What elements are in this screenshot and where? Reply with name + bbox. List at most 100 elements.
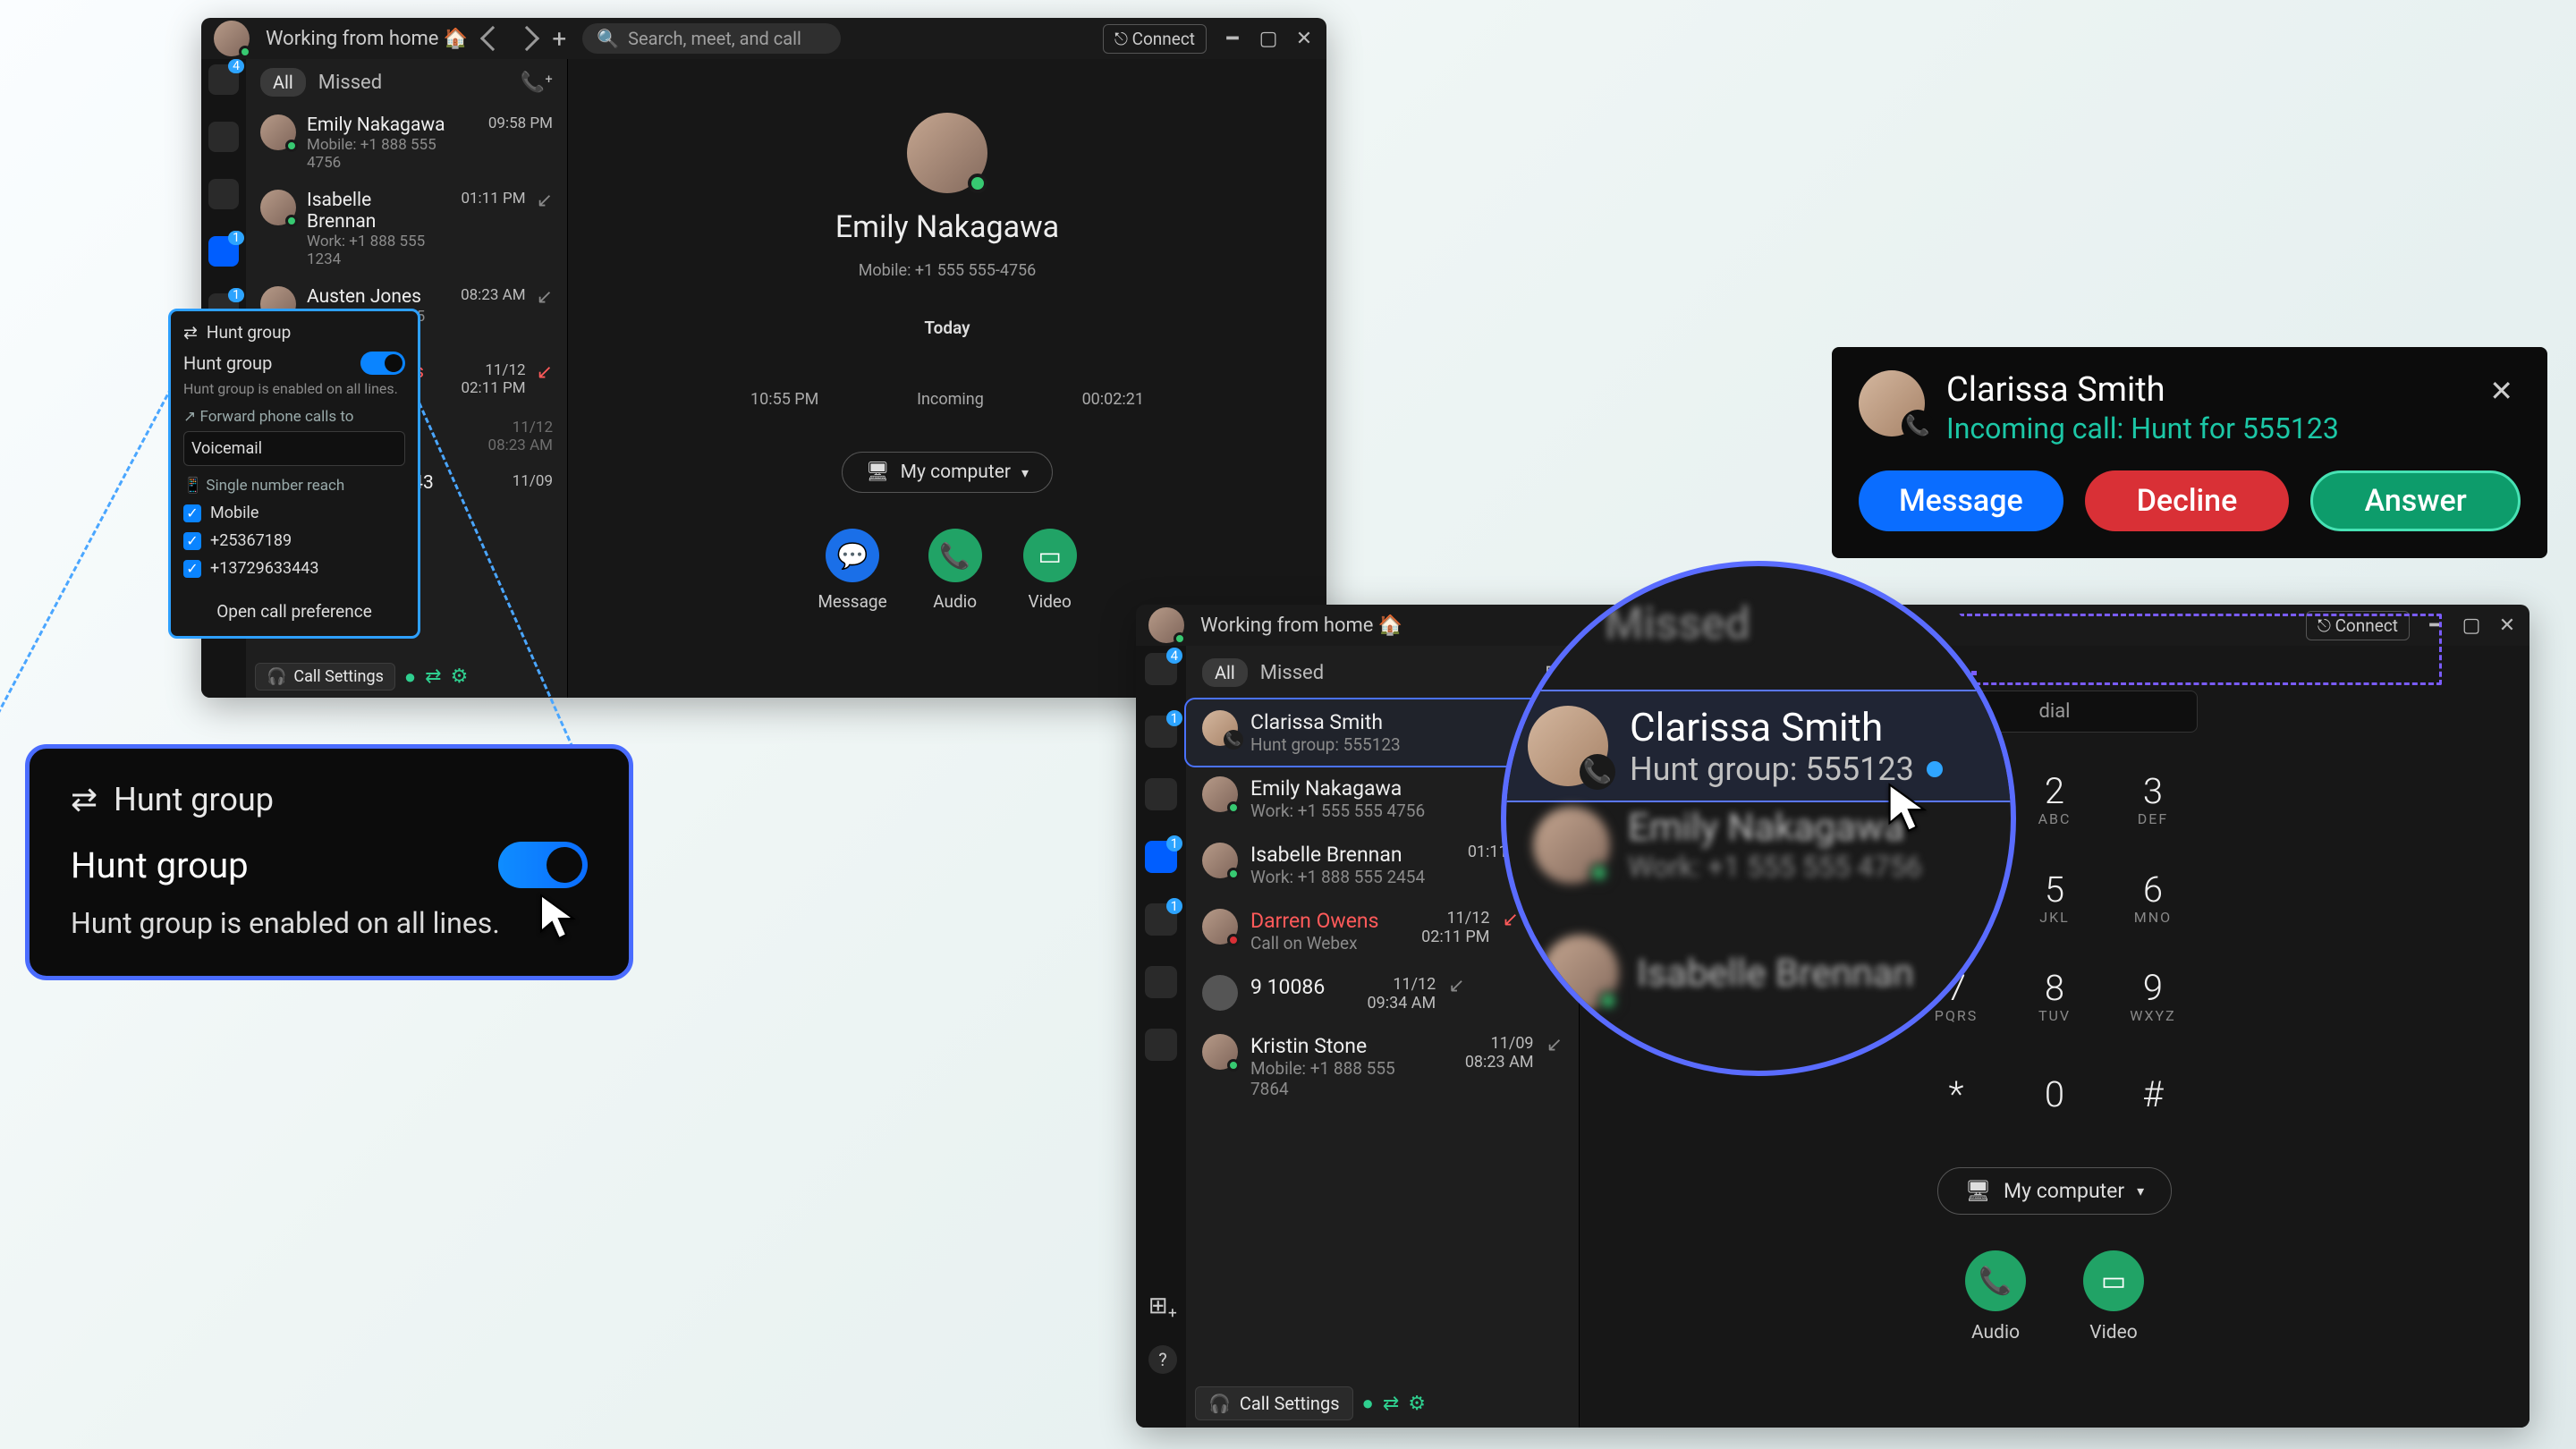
- call-settings-button[interactable]: 🎧 Call Settings: [255, 663, 395, 691]
- help-icon[interactable]: ?: [1148, 1345, 1177, 1374]
- call-history-item[interactable]: Isabelle BrennanWork: +1 888 555 1234 01…: [246, 181, 567, 277]
- nav-whiteboard-icon[interactable]: [1145, 966, 1177, 998]
- zoom-selected-row: 📞 Clarissa Smith Hunt group: 555123: [1506, 690, 2011, 802]
- window-minimize-icon[interactable]: ━: [1223, 29, 1242, 48]
- today-heading: Today: [924, 318, 970, 338]
- device-selector[interactable]: 🖥 My computer ▾: [842, 452, 1053, 493]
- contact-avatar[interactable]: [907, 113, 987, 193]
- nav-teams-icon[interactable]: 1: [1145, 716, 1177, 748]
- snr-item[interactable]: ✓+13729633443: [183, 559, 405, 578]
- footer-voicemail-icon[interactable]: ⚙: [451, 665, 469, 688]
- toast-decline-button[interactable]: Decline: [2085, 470, 2290, 531]
- hunt-group-callout: ⇄Hunt group Hunt group Hunt group is ena…: [25, 744, 633, 980]
- window-maximize-icon[interactable]: ▢: [2462, 615, 2481, 635]
- app-hub-icon[interactable]: ⊞₊: [1148, 1292, 1177, 1320]
- toast-answer-button[interactable]: Answer: [2310, 470, 2521, 531]
- nav-calling-icon[interactable]: 1: [208, 236, 239, 267]
- key-0[interactable]: 0: [2013, 1053, 2096, 1135]
- footer-huntgroup-icon[interactable]: ⇄: [425, 665, 441, 688]
- filter-all[interactable]: All: [260, 68, 306, 97]
- snr-item[interactable]: ✓Mobile: [183, 504, 405, 522]
- incoming-arrow-icon: ↙: [537, 190, 553, 212]
- status-text[interactable]: Working from home 🏠: [1200, 614, 1402, 637]
- key-8[interactable]: 8TUV: [2013, 954, 2096, 1037]
- footer-huntgroup-icon[interactable]: ⇄: [1383, 1393, 1399, 1415]
- key-star[interactable]: *: [1915, 1053, 1997, 1135]
- connect-button[interactable]: ⎋ Connect: [1103, 24, 1207, 54]
- open-call-preference-link[interactable]: Open call preference: [183, 594, 405, 629]
- window-close-icon[interactable]: ✕: [2497, 615, 2517, 635]
- missed-arrow-icon: ↙: [537, 361, 553, 384]
- filter-missed[interactable]: Missed: [318, 72, 382, 94]
- nav-teams-icon[interactable]: [208, 122, 239, 152]
- device-selector[interactable]: 🖥 My computer ▾: [1937, 1167, 2172, 1215]
- snr-item[interactable]: ✓+25367189: [183, 531, 405, 550]
- forward-icon: ↗: [183, 408, 196, 426]
- caller-sub: Incoming call: Hunt for 555123: [1946, 411, 2339, 445]
- toast-message-button[interactable]: Message: [1859, 470, 2063, 531]
- audio-call-button[interactable]: 📞Audio: [1965, 1250, 2026, 1343]
- computer-icon: 🖥: [1965, 1179, 1991, 1203]
- call-history-item[interactable]: 9 10086 11/1209:34 AM ↙: [1186, 964, 1579, 1023]
- search-icon: 🔍: [597, 28, 619, 49]
- zoom-missed-label: Missed: [1605, 598, 1750, 650]
- computer-icon: 🖥: [866, 462, 890, 483]
- hunt-heading: Hunt group: [114, 781, 274, 818]
- key-2[interactable]: 2ABC: [2013, 758, 2096, 840]
- video-icon: ▭: [1023, 529, 1077, 582]
- nav-calling-icon[interactable]: 1: [1145, 841, 1177, 873]
- call-history-item[interactable]: Kristin StoneMobile: +1 888 555 7864 11/…: [1186, 1023, 1579, 1110]
- nav-contacts-icon[interactable]: [208, 179, 239, 209]
- self-avatar[interactable]: [214, 21, 250, 56]
- nav-messaging-icon[interactable]: 4: [208, 64, 239, 95]
- message-button[interactable]: 💬Message: [818, 529, 886, 612]
- nav-messaging-icon[interactable]: 4: [1145, 653, 1177, 685]
- filter-missed[interactable]: Missed: [1260, 662, 1324, 684]
- caller-name: Clarissa Smith: [1946, 370, 2339, 410]
- incoming-arrow-icon: ↙: [1546, 1034, 1563, 1056]
- nav-meetings-icon[interactable]: 1: [1145, 903, 1177, 936]
- key-6[interactable]: 6MNO: [2112, 856, 2194, 938]
- nav-more-icon[interactable]: [1145, 1029, 1177, 1061]
- search-placeholder: Search, meet, and call: [628, 28, 801, 49]
- huntgroup-subtitle: Hunt group is enabled on all lines.: [183, 380, 405, 397]
- window-close-icon[interactable]: ✕: [1294, 29, 1314, 48]
- call-history-dial-icon[interactable]: 📞⁺: [521, 72, 553, 94]
- incoming-call-toast: 📞 Clarissa Smith Incoming call: Hunt for…: [1832, 347, 2547, 558]
- huntgroup-toggle-label: Hunt group: [183, 352, 272, 374]
- audio-call-button[interactable]: 📞Audio: [928, 529, 982, 612]
- key-5[interactable]: 5JKL: [2013, 856, 2096, 938]
- call-history-item[interactable]: Emily NakagawaMobile: +1 888 555 4756 09…: [246, 106, 567, 181]
- nav-contacts-icon[interactable]: [1145, 778, 1177, 810]
- window-maximize-icon[interactable]: ▢: [1258, 29, 1278, 48]
- close-icon[interactable]: ✕: [2482, 370, 2521, 411]
- footer-status-icon[interactable]: ●: [1362, 1392, 1374, 1415]
- forward-destination-select[interactable]: Voicemail: [183, 431, 405, 466]
- key-9[interactable]: 9WXYZ: [2112, 954, 2194, 1037]
- footer-voicemail-icon[interactable]: ⚙: [1408, 1393, 1426, 1415]
- contact-number: Mobile: +1 555 555-4756: [859, 261, 1037, 280]
- video-call-button[interactable]: ▭Video: [1023, 529, 1077, 612]
- key-hash[interactable]: #: [2112, 1053, 2194, 1135]
- huntgroup-toggle[interactable]: [360, 352, 405, 375]
- filter-all[interactable]: All: [1202, 658, 1248, 687]
- incoming-phone-icon: 📞: [1902, 410, 1934, 442]
- call-settings-button[interactable]: 🎧 Call Settings: [1195, 1386, 1353, 1420]
- chevron-down-icon: ▾: [1021, 464, 1029, 481]
- key-3[interactable]: 3DEF: [2112, 758, 2194, 840]
- nav-forward-icon[interactable]: [514, 26, 539, 51]
- new-tab-plus-icon[interactable]: +: [552, 24, 566, 54]
- call-settings-popover: ⇄Hunt group Hunt group Hunt group is ena…: [168, 309, 420, 639]
- video-call-button[interactable]: ▭Video: [2083, 1250, 2144, 1343]
- handset-icon: 📞: [1965, 1250, 2026, 1311]
- global-search[interactable]: 🔍 Search, meet, and call: [582, 23, 841, 54]
- status-text[interactable]: Working from home 🏠: [266, 28, 468, 50]
- hunt-toggle-label: Hunt group: [71, 844, 249, 886]
- hunt-toggle[interactable]: [498, 842, 588, 888]
- nav-back-icon[interactable]: [480, 26, 505, 51]
- contact-name: Emily Nakagawa: [835, 209, 1059, 245]
- caller-avatar: 📞: [1859, 370, 1925, 436]
- self-avatar[interactable]: [1148, 607, 1184, 643]
- footer-mic-icon[interactable]: ●: [404, 665, 416, 689]
- snr-label: Single number reach: [206, 477, 344, 495]
